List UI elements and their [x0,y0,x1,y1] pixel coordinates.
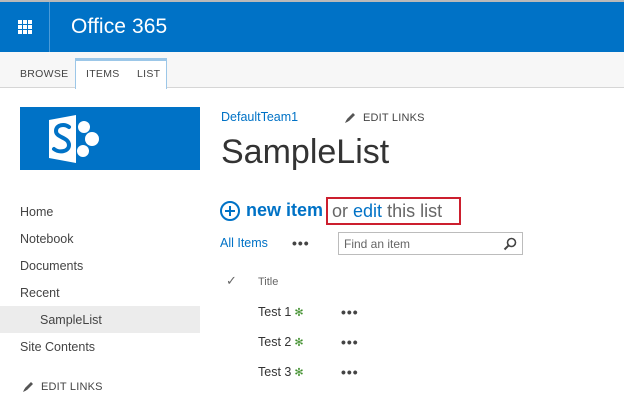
suite-title[interactable]: Office 365 [71,15,167,39]
nav-edit-links-label: EDIT LINKS [41,380,103,393]
new-item-button[interactable]: new item [220,200,323,221]
pencil-icon [345,113,355,123]
nav-item-recent[interactable]: Recent [20,286,60,300]
edit-this-list-highlight: or edit this list [326,197,461,225]
waffle-icon [17,20,32,34]
new-badge-icon: ✻ [294,336,304,349]
nav-edit-links[interactable]: EDIT LINKS [22,380,103,393]
new-badge-icon: ✻ [294,306,304,319]
edit-list-link[interactable]: edit [353,201,382,221]
tab-list[interactable]: LIST [137,60,160,88]
view-more-button[interactable]: ••• [292,235,310,251]
header-edit-links-label: EDIT LINKS [363,111,425,124]
page-title: SampleList [221,133,390,171]
nav-item-notebook[interactable]: Notebook [20,232,74,246]
nav-item-home[interactable]: Home [20,205,53,219]
tab-items[interactable]: ITEMS [86,60,120,88]
app-launcher-button[interactable] [0,2,50,52]
search-input[interactable] [339,233,499,254]
list-item-title[interactable]: Test 1 ✻ [258,305,304,319]
column-header-title[interactable]: Title [258,276,278,288]
select-all-checkmark[interactable]: ✓ [226,273,237,289]
item-title-text: Test 2 [258,335,292,349]
item-more-button[interactable]: ••• [341,364,359,380]
nav-item-site-contents[interactable]: Site Contents [20,340,95,354]
nav-item-samplelist[interactable]: SampleList [40,313,102,327]
view-all-items[interactable]: All Items [220,236,268,250]
tab-browse[interactable]: BROWSE [20,60,68,88]
new-badge-icon: ✻ [294,366,304,379]
search-box [338,232,523,255]
item-title-text: Test 1 [258,305,292,319]
item-title-text: Test 3 [258,365,292,379]
or-text: or [332,201,349,221]
breadcrumb-site-link[interactable]: DefaultTeam1 [221,110,298,124]
sharepoint-logo-icon [49,115,99,163]
this-list-text: this list [387,201,443,221]
new-item-label: new item [246,200,324,220]
list-item-title[interactable]: Test 2 ✻ [258,335,304,349]
list-item-title[interactable]: Test 3 ✻ [258,365,304,379]
ribbon: BROWSE ITEMS LIST [0,52,624,89]
pencil-icon [23,382,33,392]
item-more-button[interactable]: ••• [341,304,359,320]
site-logo[interactable] [20,107,200,170]
item-more-button[interactable]: ••• [341,334,359,350]
search-icon[interactable] [503,237,517,251]
header-edit-links[interactable]: EDIT LINKS [344,111,425,124]
plus-circle-icon [220,200,240,221]
nav-item-documents[interactable]: Documents [20,259,83,273]
suite-bar: Office 365 [0,0,624,52]
